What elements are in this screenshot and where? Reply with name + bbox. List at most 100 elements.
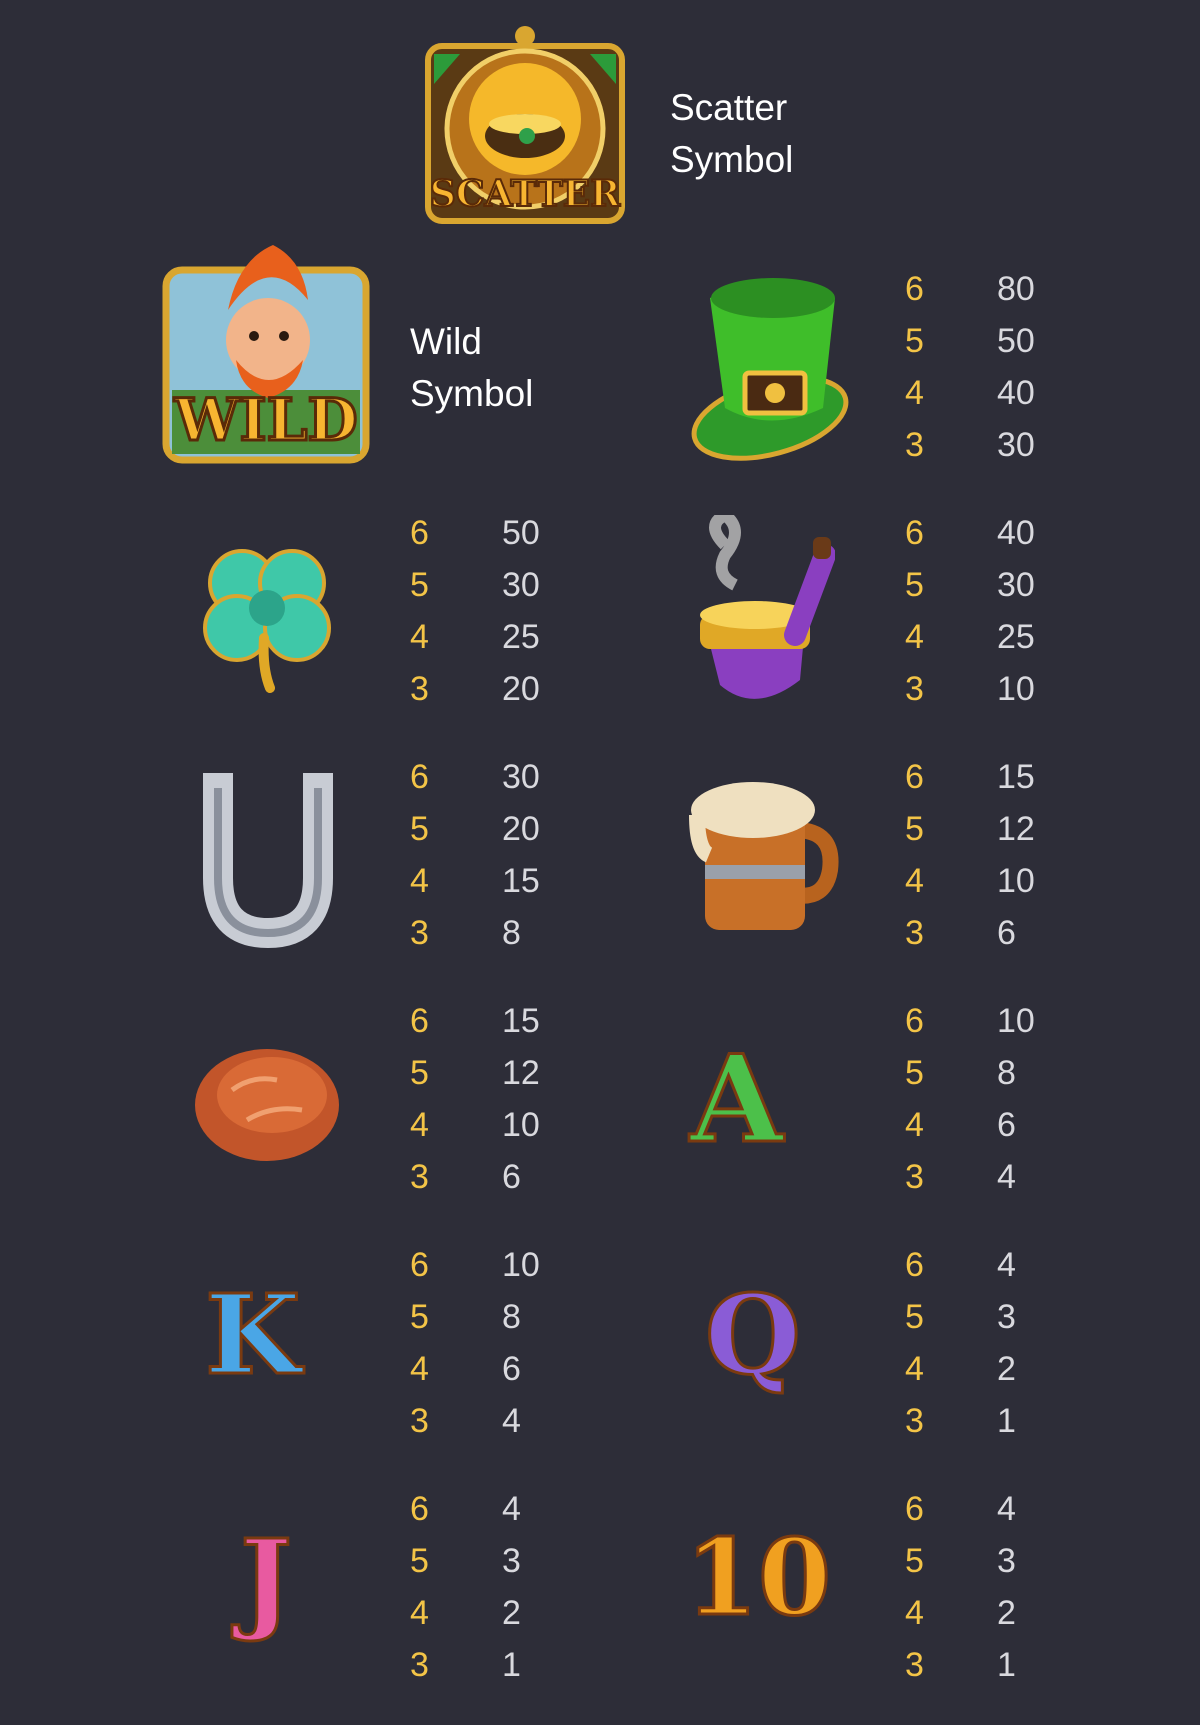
symbol-count: 5 [410, 810, 429, 848]
symbol-count: 6 [410, 1246, 429, 1284]
symbol-count: 5 [410, 566, 429, 604]
payout-value: 4 [997, 1490, 1016, 1528]
wild-section: WILD Wild Symbol [0, 240, 600, 480]
payout-value: 8 [997, 1054, 1016, 1092]
symbol-count: 5 [410, 1054, 429, 1092]
payout-value: 10 [997, 1002, 1035, 1040]
payout-value: 12 [502, 1054, 540, 1092]
ace-glyph: A [688, 1029, 784, 1170]
symbol-count: 6 [905, 1246, 924, 1284]
payout-value: 4 [502, 1402, 521, 1440]
symbol-count: 4 [410, 862, 429, 900]
symbol-count: 5 [905, 1542, 924, 1580]
symbol-count: 3 [410, 1158, 429, 1196]
letter-j-icon: J [238, 1515, 293, 1644]
payout-value: 1 [502, 1646, 521, 1684]
king-glyph: K [204, 1270, 303, 1399]
payout-value: 15 [502, 1002, 540, 1040]
horseshoe-icon [188, 768, 348, 948]
number-ten-icon: 10 [683, 1515, 832, 1639]
payout-value: 1 [997, 1402, 1016, 1440]
symbol-count: 4 [905, 618, 924, 656]
leprechaun-hat-icon [685, 268, 855, 468]
symbol-count: 3 [410, 914, 429, 952]
svg-text:SCATTER: SCATTER [430, 173, 621, 215]
smoking-pipe-icon [685, 515, 835, 705]
payout-value: 30 [997, 566, 1035, 604]
payout-value: 3 [502, 1542, 521, 1580]
payout-value: 20 [502, 670, 540, 708]
bread-loaf-icon [192, 1035, 342, 1165]
symbol-count: 3 [905, 1402, 924, 1440]
payout-value: 30 [997, 426, 1035, 464]
symbol-count: 5 [905, 566, 924, 604]
symbol-count: 6 [905, 1490, 924, 1528]
payout-value: 25 [502, 618, 540, 656]
symbol-count: 3 [410, 670, 429, 708]
letter-q-icon: Q [704, 1270, 803, 1399]
scatter-label-line2: Symbol [670, 139, 794, 180]
symbol-count: 4 [410, 1106, 429, 1144]
payout-value: 4 [502, 1490, 521, 1528]
scatter-label-line1: Scatter [670, 87, 788, 128]
symbol-count: 6 [410, 758, 429, 796]
wild-label-line2: Symbol [410, 373, 534, 414]
symbol-count: 4 [905, 1106, 924, 1144]
symbol-count: 6 [905, 514, 924, 552]
jack-glyph: J [238, 1515, 293, 1644]
symbol-count: 5 [905, 810, 924, 848]
symbol-count: 3 [410, 1402, 429, 1440]
payout-value: 4 [997, 1246, 1016, 1284]
symbol-count: 5 [410, 1542, 429, 1580]
letter-k-icon: K [204, 1270, 303, 1399]
letter-a-icon: A [688, 1029, 784, 1170]
payout-value: 10 [997, 670, 1035, 708]
symbol-count: 5 [410, 1298, 429, 1336]
four-leaf-clover-icon [192, 528, 342, 698]
payout-value: 6 [502, 1158, 521, 1196]
payout-value: 30 [502, 758, 540, 796]
symbol-count: 3 [905, 426, 924, 464]
payout-value: 50 [997, 322, 1035, 360]
payout-value: 10 [997, 862, 1035, 900]
symbol-count: 3 [410, 1646, 429, 1684]
payout-value: 3 [997, 1298, 1016, 1336]
symbol-count: 5 [905, 1298, 924, 1336]
payout-value: 8 [502, 1298, 521, 1336]
payout-value: 20 [502, 810, 540, 848]
scatter-symbol-icon: SCATTER [420, 24, 630, 229]
ten-glyph: 10 [683, 1515, 832, 1639]
symbol-count: 4 [905, 1350, 924, 1388]
wild-label: Wild Symbol [410, 316, 533, 420]
payout-value: 15 [997, 758, 1035, 796]
wild-symbol-icon: WILD [158, 240, 373, 470]
payout-value: 4 [997, 1158, 1016, 1196]
payout-value: 10 [502, 1106, 540, 1144]
scatter-section: SCATTER Scatter Symbol [0, 0, 1200, 240]
symbol-count: 6 [410, 1490, 429, 1528]
payout-value: 2 [502, 1594, 521, 1632]
symbol-count: 6 [905, 758, 924, 796]
symbol-count: 6 [905, 1002, 924, 1040]
payout-value: 3 [997, 1542, 1016, 1580]
payout-value: 15 [502, 862, 540, 900]
symbol-count: 6 [410, 1002, 429, 1040]
symbol-count: 4 [410, 1350, 429, 1388]
queen-glyph: Q [704, 1270, 803, 1399]
symbol-count: 4 [905, 1594, 924, 1632]
symbol-count: 4 [410, 618, 429, 656]
symbol-count: 5 [905, 1054, 924, 1092]
symbol-count: 4 [905, 862, 924, 900]
beer-mug-icon [685, 770, 845, 940]
payout-value: 6 [502, 1350, 521, 1388]
symbol-count: 3 [905, 1158, 924, 1196]
payout-value: 80 [997, 270, 1035, 308]
payout-value: 1 [997, 1646, 1016, 1684]
symbol-count: 4 [905, 374, 924, 412]
payout-value: 10 [502, 1246, 540, 1284]
payout-value: 12 [997, 810, 1035, 848]
symbol-count: 3 [905, 670, 924, 708]
payout-value: 50 [502, 514, 540, 552]
symbol-count: 6 [410, 514, 429, 552]
payout-value: 8 [502, 914, 521, 952]
